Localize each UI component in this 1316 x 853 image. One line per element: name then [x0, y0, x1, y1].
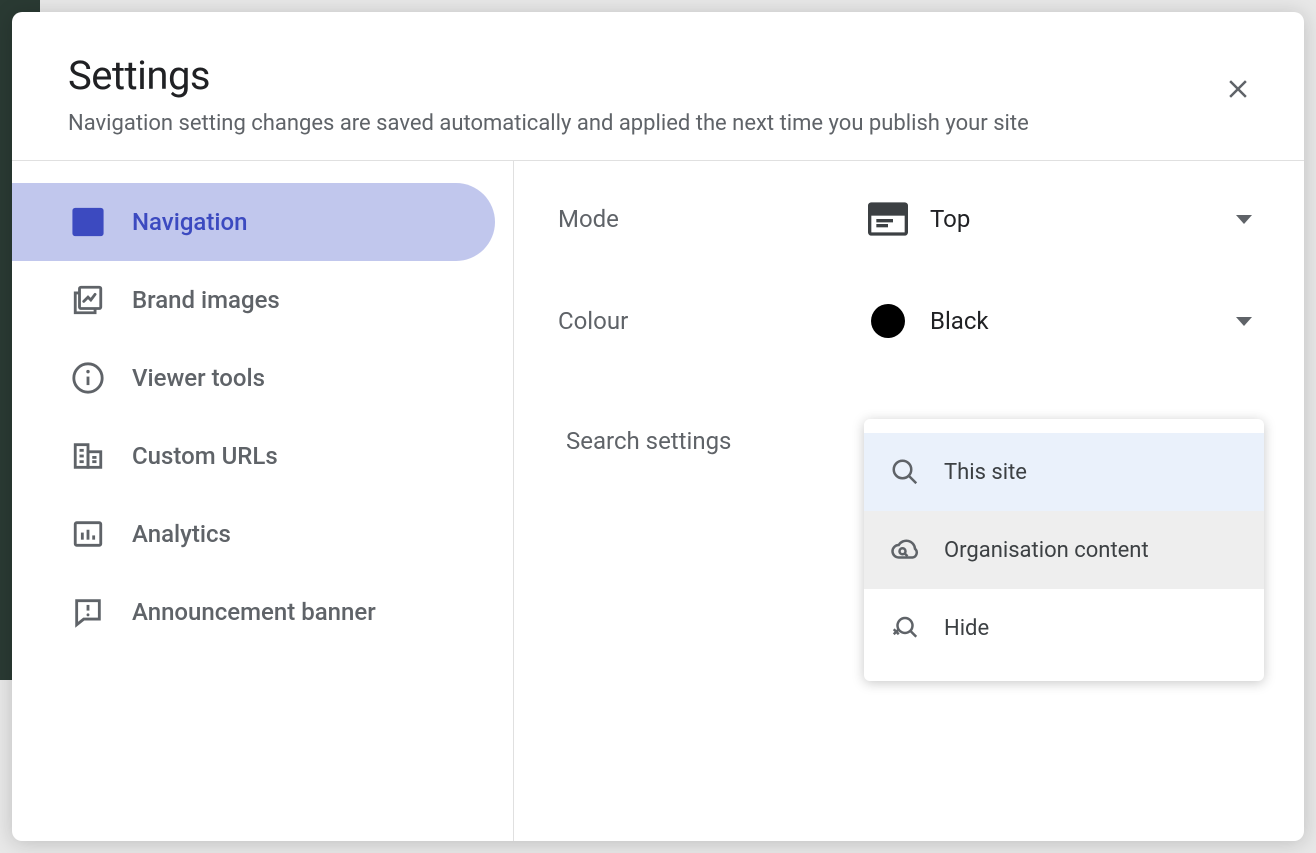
mode-top-icon	[864, 199, 912, 239]
analytics-icon	[70, 516, 106, 552]
sidebar-item-brand-images[interactable]: Brand images	[12, 261, 495, 339]
search-option-this-site[interactable]: This site	[864, 433, 1264, 511]
setting-label: Search settings	[554, 403, 864, 455]
setting-row-mode: Mode Top	[554, 199, 1264, 239]
cloud-search-icon	[888, 533, 922, 567]
sidebar-item-label: Announcement banner	[132, 598, 376, 626]
setting-label: Colour	[554, 307, 864, 335]
sidebar-item-label: Brand images	[132, 286, 280, 314]
close-icon	[1223, 74, 1253, 107]
menu-item-label: Hide	[944, 616, 989, 641]
sidebar-item-analytics[interactable]: Analytics	[12, 495, 495, 573]
dialog-header: Settings Navigation setting changes are …	[12, 12, 1304, 161]
brand-images-icon	[70, 282, 106, 318]
setting-label: Mode	[554, 205, 864, 233]
sidebar-item-navigation[interactable]: Navigation	[12, 183, 495, 261]
search-off-icon	[888, 611, 922, 645]
mode-dropdown[interactable]: Top	[864, 199, 1264, 239]
colour-dropdown[interactable]: Black	[864, 301, 1264, 341]
sidebar-item-label: Navigation	[132, 208, 247, 236]
chevron-down-icon	[1236, 317, 1252, 326]
sidebar-item-announcement-banner[interactable]: Announcement banner	[12, 573, 495, 651]
menu-item-label: This site	[944, 460, 1027, 485]
menu-item-label: Organisation content	[944, 538, 1149, 563]
navigation-icon	[70, 204, 106, 240]
search-option-org-content[interactable]: Organisation content	[864, 511, 1264, 589]
dialog-subtitle: Navigation setting changes are saved aut…	[68, 111, 1248, 136]
sidebar-item-label: Viewer tools	[132, 364, 265, 392]
announcement-icon	[70, 594, 106, 630]
sidebar-item-label: Custom URLs	[132, 442, 278, 470]
dialog-body: Navigation Brand images Viewer tools Cus…	[12, 161, 1304, 841]
close-button[interactable]	[1214, 66, 1262, 114]
chevron-down-icon	[1236, 215, 1252, 224]
domain-icon	[70, 438, 106, 474]
search-settings-menu: This site Organisation content Hide	[864, 419, 1264, 681]
sidebar-item-viewer-tools[interactable]: Viewer tools	[12, 339, 495, 417]
mode-value: Top	[930, 205, 970, 233]
search-option-hide[interactable]: Hide	[864, 589, 1264, 667]
swatch-black	[871, 304, 905, 338]
sidebar-item-custom-urls[interactable]: Custom URLs	[12, 417, 495, 495]
settings-main-panel: Mode Top Colour Black	[514, 161, 1304, 841]
setting-row-colour: Colour Black	[554, 301, 1264, 341]
sidebar-item-label: Analytics	[132, 520, 231, 548]
colour-swatch-icon	[864, 301, 912, 341]
settings-dialog: Settings Navigation setting changes are …	[12, 12, 1304, 841]
search-icon	[888, 455, 922, 489]
info-icon	[70, 360, 106, 396]
colour-value: Black	[930, 307, 989, 335]
dialog-title: Settings	[68, 52, 1248, 99]
settings-sidebar: Navigation Brand images Viewer tools Cus…	[12, 161, 514, 841]
